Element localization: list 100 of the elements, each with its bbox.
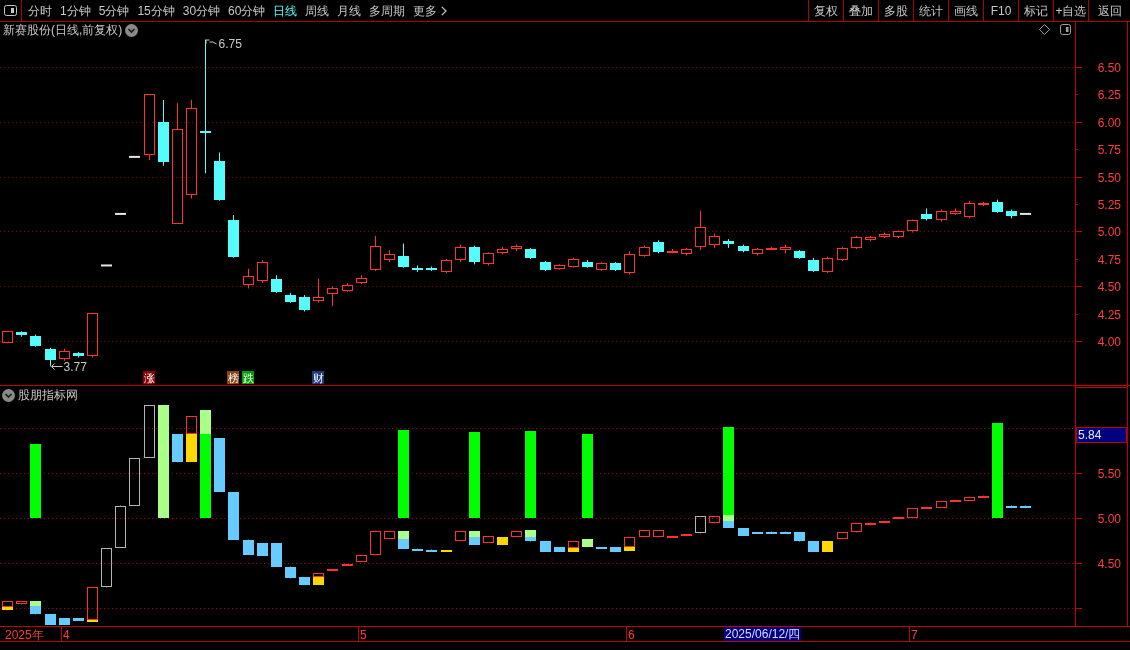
- period-tab[interactable]: 30分钟: [182, 0, 221, 21]
- price-box: [1020, 505, 1031, 508]
- candlestick: [455, 244, 466, 263]
- chevron-down-icon[interactable]: [2, 388, 15, 402]
- period-tab[interactable]: 月线: [337, 0, 362, 21]
- panel-icon[interactable]: [1060, 24, 1071, 35]
- price-box: [610, 547, 621, 552]
- period-tab[interactable]: 多周期: [369, 0, 406, 21]
- period-tab[interactable]: 1分钟: [60, 0, 91, 21]
- price-box: [554, 547, 565, 552]
- axis-label: 6.25: [1097, 88, 1121, 102]
- candlestick: [299, 294, 310, 312]
- candlestick: [129, 155, 140, 158]
- candlestick: [2, 331, 13, 344]
- candlestick: [681, 247, 692, 257]
- axis-label: 4.50: [1097, 557, 1121, 571]
- price-box: [356, 555, 367, 562]
- toolbar-button[interactable]: 多股: [878, 0, 913, 21]
- price-box: [101, 548, 112, 588]
- axis-label: 7: [911, 627, 918, 642]
- axis-label: 5: [360, 627, 367, 642]
- event-tag[interactable]: 财: [312, 371, 324, 384]
- axis-label: 4.00: [1097, 335, 1121, 349]
- candlestick: [893, 229, 904, 239]
- price-box: [723, 521, 734, 528]
- candlestick: [511, 244, 522, 252]
- chart-title: 新赛股份(日线,前复权): [3, 23, 123, 37]
- price-box: [639, 530, 650, 537]
- candlestick: [483, 251, 494, 266]
- toolbar-button[interactable]: 叠加: [843, 0, 878, 21]
- period-tab[interactable]: 5分钟: [98, 0, 130, 21]
- period-tab[interactable]: 周线: [305, 0, 330, 21]
- price-box: [87, 587, 98, 620]
- price-box: [45, 614, 56, 625]
- toolbar-button[interactable]: 画线: [948, 0, 983, 21]
- candlestick: [964, 200, 975, 219]
- period-tab[interactable]: 15分钟: [137, 0, 175, 21]
- candlestick: [356, 274, 367, 285]
- candlestick: [936, 209, 947, 223]
- toolbar-button[interactable]: 返回: [1088, 0, 1130, 21]
- axis-label: 5.00: [1097, 225, 1121, 239]
- candlestick: [837, 246, 848, 262]
- price-box: [794, 532, 805, 542]
- price-box: [285, 566, 296, 579]
- price-box: [16, 601, 27, 605]
- candlestick: [412, 264, 423, 273]
- axis-label: 6.50: [1097, 61, 1121, 75]
- candlestick: [780, 244, 791, 254]
- price-box: [370, 530, 381, 555]
- event-tag[interactable]: 涨: [143, 371, 155, 384]
- period-tab[interactable]: 日线: [273, 0, 298, 21]
- toolbar-button[interactable]: 统计: [913, 0, 948, 21]
- axis-label: 6.00: [1097, 116, 1121, 130]
- toolbar-button[interactable]: F10: [983, 0, 1018, 21]
- price-box: [709, 516, 720, 524]
- price-box: [1006, 505, 1017, 508]
- candlestick: [865, 235, 876, 242]
- price-box: [978, 495, 989, 498]
- price-box: [624, 537, 635, 547]
- period-tab[interactable]: 分时: [28, 0, 52, 21]
- indicator-bar: [2, 607, 13, 610]
- price-box: [511, 530, 522, 537]
- price-box: [271, 543, 282, 567]
- candlestick: [257, 259, 268, 284]
- candlestick: [285, 292, 296, 304]
- candlestick: [950, 207, 961, 216]
- candlestick: [695, 210, 706, 251]
- toolbar-button[interactable]: 标记: [1018, 0, 1053, 21]
- toolbar-button[interactable]: +自选: [1053, 0, 1088, 21]
- axis-label: 4.50: [1097, 280, 1121, 294]
- chevron-down-icon[interactable]: [125, 23, 139, 37]
- period-tab[interactable]: 更多: [413, 0, 448, 21]
- price-box: [738, 528, 749, 536]
- price-box: [313, 573, 324, 578]
- axis-label: 5.50: [1097, 467, 1121, 481]
- candlestick: [554, 263, 565, 271]
- indicator-bar: [186, 434, 197, 462]
- indicator-bar: [313, 577, 324, 585]
- indicator-bar: [582, 539, 593, 547]
- price-box: [964, 496, 975, 501]
- candlestick: [398, 243, 409, 269]
- arrow-icon: [51, 363, 63, 370]
- candlestick: [115, 212, 126, 215]
- diamond-icon[interactable]: [1039, 24, 1050, 35]
- candlestick: [738, 244, 749, 253]
- price-box: [228, 492, 239, 540]
- toolbar-button[interactable]: 复权: [808, 0, 843, 21]
- price-box: [540, 541, 551, 552]
- candlestick: [794, 249, 805, 260]
- price-box: [426, 549, 437, 552]
- candlestick: [723, 238, 734, 249]
- price-box: [243, 539, 254, 555]
- candlestick: [214, 152, 225, 202]
- candlestick: [879, 232, 890, 239]
- price-label: 6.75: [218, 37, 242, 51]
- candlestick: [73, 351, 84, 359]
- event-tag[interactable]: 榜: [227, 371, 239, 384]
- period-tab[interactable]: 60分钟: [228, 0, 266, 21]
- price-box: [469, 537, 480, 545]
- price-box: [837, 532, 848, 539]
